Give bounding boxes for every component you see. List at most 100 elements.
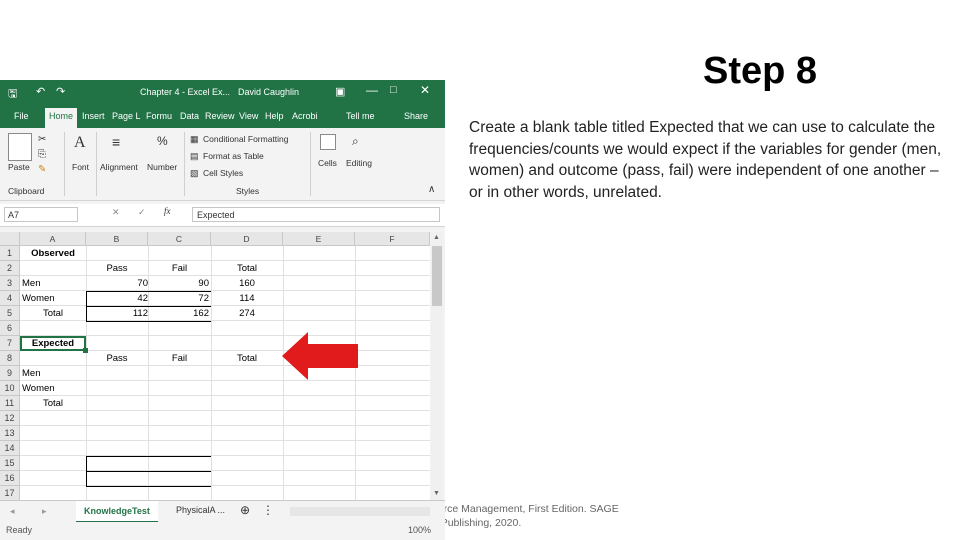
row-header-1[interactable]: 1 [0, 246, 20, 261]
sheet-tab-physical[interactable]: PhysicalA ... [176, 505, 225, 515]
collapse-ribbon-icon[interactable]: ∧ [428, 184, 435, 195]
sheet-prev-icon[interactable]: ◂ [10, 506, 15, 517]
cell-a1[interactable]: Observed [20, 246, 86, 261]
sheet-options-icon[interactable]: ⋮ [262, 503, 274, 517]
format-as-table-button[interactable]: Format as Table [203, 151, 264, 161]
cut-icon[interactable]: ✂ [38, 134, 46, 145]
insert-function-icon[interactable]: fx [164, 206, 171, 216]
redo-icon[interactable]: ↷ [56, 85, 65, 98]
tab-file[interactable]: File [14, 111, 29, 121]
row-header-13[interactable]: 13 [0, 426, 20, 441]
cell-b8[interactable]: Pass [86, 351, 148, 366]
add-sheet-icon[interactable]: ⊕ [240, 503, 250, 517]
undo-icon[interactable]: ↶ [36, 85, 45, 98]
cell-styles-button[interactable]: Cell Styles [203, 168, 243, 178]
number-format-icon[interactable]: % [157, 134, 168, 148]
column-header-b[interactable]: B [86, 232, 148, 246]
cell-a3[interactable]: Men [22, 276, 86, 291]
ribbon-display-icon[interactable]: ▣ [335, 85, 345, 98]
cell-d2[interactable]: Total [211, 261, 283, 276]
cell-c2[interactable]: Fail [148, 261, 211, 276]
number-label[interactable]: Number [147, 162, 177, 172]
cell-a7[interactable]: Expected [20, 336, 86, 351]
tab-home[interactable]: Home [45, 108, 78, 128]
cell-a9[interactable]: Men [22, 366, 86, 381]
enter-icon[interactable]: ✓ [138, 207, 146, 218]
scroll-thumb[interactable] [432, 246, 442, 306]
cell-b5[interactable]: 112 [86, 306, 148, 321]
minimize-icon[interactable]: — [366, 83, 378, 97]
column-header-a[interactable]: A [20, 232, 86, 246]
worksheet-grid[interactable]: A B C D E F 1 2 3 4 5 6 7 8 9 10 11 12 13 14 15 16 17 Ob… [0, 232, 430, 501]
name-box[interactable]: A7 [4, 207, 78, 222]
row-header-17[interactable]: 17 [0, 486, 20, 501]
sheet-tab-knowledgetest[interactable]: KnowledgeTest [76, 501, 158, 523]
row-header-6[interactable]: 6 [0, 321, 20, 336]
column-header-d[interactable]: D [211, 232, 283, 246]
row-header-15[interactable]: 15 [0, 456, 20, 471]
copy-icon[interactable]: ⎘ [38, 149, 46, 160]
maximize-icon[interactable]: □ [390, 84, 397, 96]
column-header-c[interactable]: C [148, 232, 211, 246]
cell-d5[interactable]: 274 [211, 306, 283, 321]
cell-d3[interactable]: 160 [211, 276, 283, 291]
close-icon[interactable]: ✕ [420, 83, 430, 97]
cell-b3[interactable]: 70 [86, 276, 148, 291]
format-table-icon[interactable]: ▤ [190, 151, 199, 162]
alignment-label[interactable]: Alignment [100, 162, 138, 172]
paste-icon[interactable] [8, 133, 32, 161]
tell-me-search[interactable]: Tell me [346, 111, 375, 121]
cell-c8[interactable]: Fail [148, 351, 211, 366]
row-header-8[interactable]: 8 [0, 351, 20, 366]
cell-c5[interactable]: 162 [148, 306, 209, 321]
cell-b2[interactable]: Pass [86, 261, 148, 276]
vertical-scrollbar[interactable]: ▲ ▼ [431, 232, 443, 500]
font-label[interactable]: Font [72, 162, 89, 172]
cancel-icon[interactable]: ✕ [112, 207, 120, 218]
tab-data[interactable]: Data [180, 111, 199, 121]
cell-b4[interactable]: 42 [86, 291, 148, 306]
zoom-level[interactable]: 100% [408, 525, 431, 535]
cell-a10[interactable]: Women [22, 381, 86, 396]
editing-search-icon[interactable]: ⌕ [352, 134, 359, 149]
tab-acrobat[interactable]: Acrobi [292, 111, 318, 121]
row-header-7[interactable]: 7 [0, 336, 20, 351]
formula-input[interactable]: Expected [192, 207, 440, 222]
font-icon[interactable]: A [74, 134, 86, 152]
row-header-14[interactable]: 14 [0, 441, 20, 456]
row-header-12[interactable]: 12 [0, 411, 20, 426]
editing-label[interactable]: Editing [346, 158, 372, 168]
cell-c3[interactable]: 90 [148, 276, 209, 291]
column-header-f[interactable]: F [355, 232, 430, 246]
conditional-formatting-icon[interactable]: ▦ [190, 134, 199, 145]
format-painter-icon[interactable]: ✎ [38, 164, 46, 175]
conditional-formatting-button[interactable]: Conditional Formatting [203, 134, 289, 144]
row-header-2[interactable]: 2 [0, 261, 20, 276]
row-header-16[interactable]: 16 [0, 471, 20, 486]
cell-c4[interactable]: 72 [148, 291, 209, 306]
tab-formulas[interactable]: Formu [146, 111, 172, 121]
cells-label[interactable]: Cells [318, 158, 337, 168]
column-header-e[interactable]: E [283, 232, 355, 246]
row-header-10[interactable]: 10 [0, 381, 20, 396]
tab-view[interactable]: View [239, 111, 258, 121]
horizontal-scrollbar[interactable] [290, 507, 430, 516]
sheet-next-icon[interactable]: ▸ [42, 506, 47, 517]
row-header-9[interactable]: 9 [0, 366, 20, 381]
cell-d4[interactable]: 114 [211, 291, 283, 306]
row-header-4[interactable]: 4 [0, 291, 20, 306]
cell-d8[interactable]: Total [211, 351, 283, 366]
row-header-5[interactable]: 5 [0, 306, 20, 321]
row-header-11[interactable]: 11 [0, 396, 20, 411]
paste-label[interactable]: Paste [8, 162, 30, 172]
tab-help[interactable]: Help [265, 111, 284, 121]
cell-styles-icon[interactable]: ▧ [190, 168, 199, 179]
share-button[interactable]: Share [404, 111, 428, 121]
cell-a4[interactable]: Women [22, 291, 86, 306]
save-icon[interactable]: 🖫 [8, 85, 17, 104]
scroll-down-icon[interactable]: ▼ [433, 490, 440, 497]
user-name[interactable]: David Caughlin [238, 87, 299, 97]
alignment-icon[interactable]: ≡ [112, 134, 120, 150]
tab-insert[interactable]: Insert [82, 111, 105, 121]
select-all-corner[interactable] [0, 232, 20, 246]
